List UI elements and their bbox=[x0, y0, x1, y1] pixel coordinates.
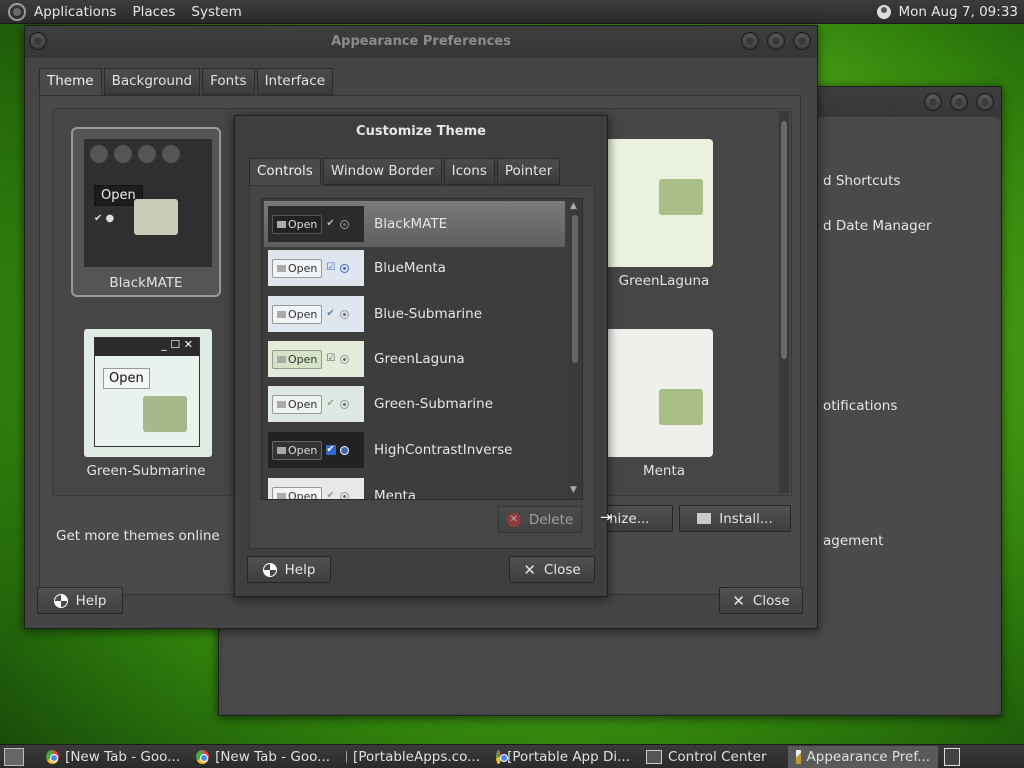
theme-greenlaguna[interactable]: GreenLaguna bbox=[589, 127, 739, 297]
list-item[interactable]: Open ✔ BlackMATE bbox=[264, 201, 565, 247]
dialog-title: Customize Theme bbox=[356, 124, 486, 139]
appearance-tabs: Theme Background Fonts Interface bbox=[39, 68, 335, 95]
folder-icon bbox=[143, 396, 187, 432]
theme-name: BlackMATE bbox=[109, 275, 183, 291]
cc-item-notifications[interactable]: otifications bbox=[823, 398, 897, 414]
close-button[interactable]: ✕ Close bbox=[719, 587, 803, 614]
workspace-switcher-icon[interactable] bbox=[944, 747, 960, 766]
chrome-icon bbox=[496, 749, 509, 764]
customize-theme-dialog: Customize Theme Controls Window Border I… bbox=[234, 115, 608, 597]
theme-preview bbox=[603, 329, 713, 457]
appearance-titlebar[interactable]: Appearance Preferences bbox=[25, 26, 817, 58]
cc-item-management[interactable]: agement bbox=[823, 533, 883, 549]
close-icon[interactable] bbox=[976, 93, 994, 111]
cc-item-shortcuts[interactable]: d Shortcuts bbox=[823, 173, 900, 189]
tab-pointer[interactable]: Pointer bbox=[496, 158, 561, 185]
menu-system[interactable]: System bbox=[191, 4, 241, 20]
maximize-icon[interactable] bbox=[767, 32, 785, 50]
list-item[interactable]: Open ✔ Menta bbox=[264, 473, 565, 499]
delete-button[interactable]: ✕ Delete bbox=[498, 506, 582, 533]
folder-icon bbox=[659, 179, 703, 215]
minimize-icon[interactable] bbox=[924, 93, 942, 111]
bottom-panel: [New Tab - Goo... [New Tab - Goo... [Por… bbox=[0, 744, 1024, 768]
controls-list-scrollbar[interactable]: ▲ ▼ bbox=[568, 199, 582, 499]
list-item[interactable]: Open ✔ HighContrastInverse bbox=[264, 427, 565, 473]
clock[interactable]: Mon Aug 7, 09:33 bbox=[899, 4, 1018, 20]
scroll-up-icon[interactable]: ▲ bbox=[570, 201, 577, 211]
menu-places[interactable]: Places bbox=[132, 4, 175, 20]
preview-checkbox: ✔ ● bbox=[94, 213, 115, 224]
top-panel: Applications Places System Mon Aug 7, 09… bbox=[0, 0, 1024, 24]
install-button[interactable]: Install... bbox=[679, 505, 791, 532]
help-icon bbox=[262, 562, 277, 577]
taskbar-item[interactable]: [PortableApps.co... bbox=[338, 746, 488, 768]
tab-fonts[interactable]: Fonts bbox=[202, 68, 255, 95]
show-desktop-icon[interactable] bbox=[4, 747, 24, 766]
controls-panel: Open ✔ BlackMATE Open ☑ BlueMenta Open ✔ Bl… bbox=[249, 185, 595, 549]
customize-tabs: Controls Window Border Icons Pointer bbox=[249, 158, 562, 185]
list-item[interactable]: Open ✔ Green-Submarine bbox=[264, 381, 565, 427]
clock-area[interactable]: Mon Aug 7, 09:33 bbox=[876, 0, 1018, 24]
taskbar-item[interactable]: Control Center bbox=[638, 746, 788, 768]
preview-titlebar: _ ☐ ✕ bbox=[95, 338, 199, 356]
theme-preview bbox=[603, 139, 713, 267]
help-button[interactable]: Help bbox=[37, 587, 123, 614]
maximize-icon[interactable] bbox=[950, 93, 968, 111]
control-center-icon bbox=[646, 749, 662, 764]
theme-grid-scrollbar[interactable] bbox=[779, 111, 789, 493]
controls-list[interactable]: Open ✔ BlackMATE Open ☑ BlueMenta Open ✔ Bl… bbox=[261, 198, 583, 500]
mate-logo-icon[interactable] bbox=[8, 2, 26, 21]
theme-preview: Open ✔ ● bbox=[84, 139, 212, 267]
help-icon bbox=[53, 593, 68, 608]
folder-icon bbox=[697, 513, 712, 524]
close-icon: ✕ bbox=[732, 591, 745, 610]
theme-name: GreenLaguna bbox=[618, 273, 710, 289]
list-item[interactable]: Open ☑ GreenLaguna bbox=[264, 336, 565, 382]
chrome-icon bbox=[196, 749, 210, 764]
menu-applications[interactable]: Applications bbox=[34, 4, 116, 20]
taskbar-item[interactable]: [New Tab - Goo... bbox=[38, 746, 188, 768]
get-more-themes-link[interactable]: Get more themes online bbox=[56, 528, 220, 544]
cursor-icon: ⇥ bbox=[600, 508, 613, 526]
cc-item-date-manager[interactable]: d Date Manager bbox=[823, 218, 932, 234]
appearance-icon bbox=[796, 749, 801, 764]
help-button[interactable]: Help bbox=[247, 556, 331, 583]
portableapps-icon bbox=[346, 749, 348, 764]
minimize-icon[interactable] bbox=[741, 32, 759, 50]
folder-icon bbox=[134, 199, 178, 235]
theme-name: Menta bbox=[642, 463, 686, 479]
scroll-thumb[interactable] bbox=[572, 215, 578, 363]
tab-window-border[interactable]: Window Border bbox=[322, 158, 442, 185]
tab-icons[interactable]: Icons bbox=[443, 158, 495, 185]
theme-name: Green-Submarine bbox=[86, 463, 206, 479]
taskbar-item[interactable]: [New Tab - Goo... bbox=[188, 746, 338, 768]
theme-menta[interactable]: Menta bbox=[589, 317, 739, 487]
window-menu-icon[interactable] bbox=[29, 32, 47, 50]
list-item[interactable]: Open ✔ Blue-Submarine bbox=[264, 291, 565, 337]
close-icon: ✕ bbox=[523, 560, 536, 579]
network-icon[interactable] bbox=[876, 5, 891, 19]
close-button[interactable]: ✕ Close bbox=[509, 556, 595, 583]
tab-theme[interactable]: Theme bbox=[39, 68, 102, 95]
preview-window-buttons bbox=[90, 145, 180, 163]
preview-open-button: Open bbox=[103, 368, 150, 389]
theme-blackmate[interactable]: Open ✔ ● BlackMATE bbox=[71, 127, 221, 297]
folder-icon bbox=[659, 389, 703, 425]
taskbar-item[interactable]: Appearance Pref... bbox=[788, 745, 938, 768]
theme-green-submarine[interactable]: _ ☐ ✕ Open Green-Submarine bbox=[71, 317, 221, 487]
theme-preview: _ ☐ ✕ Open bbox=[84, 329, 212, 457]
scroll-down-icon[interactable]: ▼ bbox=[570, 485, 577, 495]
delete-icon: ✕ bbox=[506, 512, 521, 527]
list-item[interactable]: Open ☑ BlueMenta bbox=[264, 245, 565, 291]
close-icon[interactable] bbox=[793, 32, 811, 50]
window-title: Appearance Preferences bbox=[331, 34, 511, 49]
tab-interface[interactable]: Interface bbox=[256, 68, 334, 95]
chrome-icon bbox=[46, 749, 60, 764]
taskbar-item[interactable]: [Portable App Di... bbox=[488, 746, 638, 768]
tab-controls[interactable]: Controls bbox=[249, 158, 321, 185]
tab-background[interactable]: Background bbox=[103, 68, 201, 95]
